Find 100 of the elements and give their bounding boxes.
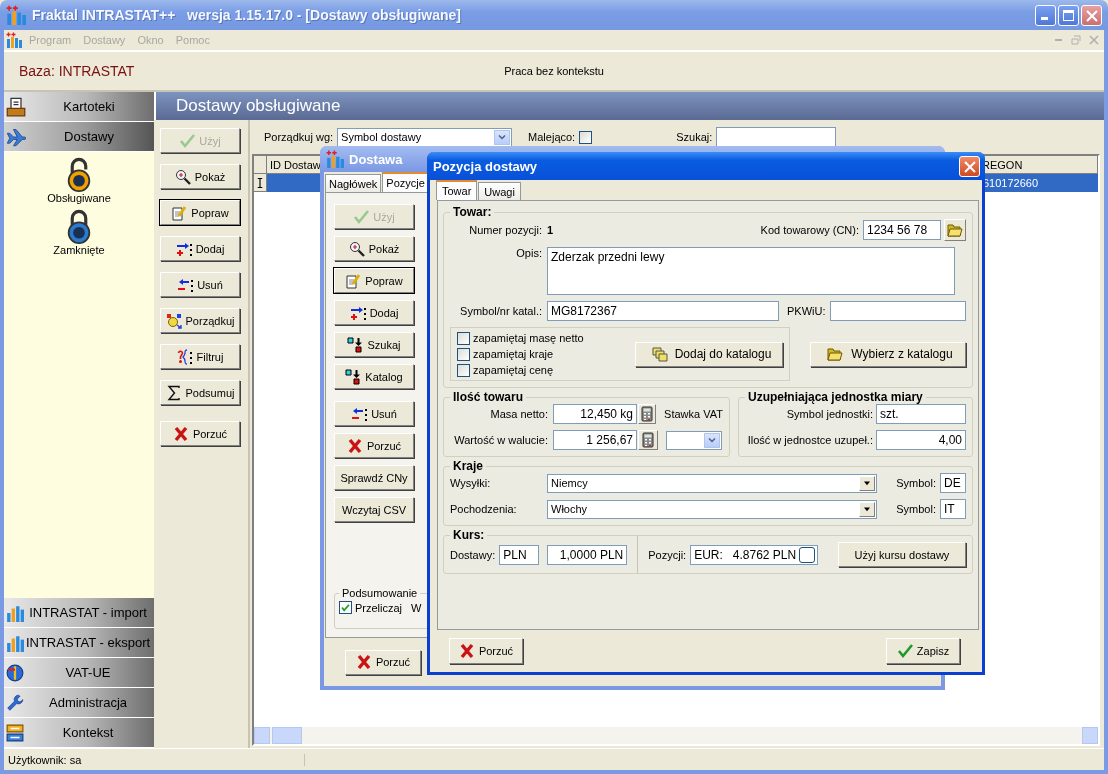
arrow-minus-icon (351, 405, 368, 422)
tab[interactable]: Pozycje (382, 172, 429, 192)
search-icon (174, 168, 191, 185)
tab[interactable]: Nagłówek (325, 174, 382, 192)
arrow-minus-icon (177, 276, 194, 293)
field-label: Wysyłki: (450, 477, 492, 489)
nav-item[interactable]: Zamknięte (53, 208, 105, 256)
calculator-button[interactable] (638, 404, 657, 424)
country-dropdown[interactable]: Niemcy (547, 473, 877, 493)
window-title: Pozycja dostawy (433, 158, 538, 174)
field-label: Ilość w jednostce uzupeł.: (746, 434, 873, 446)
cross-icon (346, 437, 363, 454)
use-rate-button[interactable]: Użyj kursu dostawy (838, 542, 966, 567)
search-label: Szukaj: (676, 131, 713, 143)
text-field[interactable]: 1,0000 PLN (547, 544, 628, 565)
action-button[interactable]: Dodaj (334, 300, 414, 325)
action-button[interactable]: Wczytaj CSV (334, 497, 414, 522)
category-button[interactable]: Kartoteki (4, 92, 154, 122)
action-button[interactable]: Porzuć (334, 433, 414, 458)
descending-label: Malejąco: (528, 131, 576, 143)
action-button[interactable]: Popraw (160, 200, 240, 225)
field-label: Symbol/nr katal.: (459, 305, 542, 317)
cancel-button[interactable]: Porzuć (345, 649, 421, 675)
cross-icon (355, 654, 372, 670)
category-button[interactable]: INTRASTAT - import (4, 598, 154, 628)
tab[interactable]: Towar (436, 180, 478, 200)
search-icon (348, 240, 365, 257)
action-button[interactable]: Usuń (334, 401, 414, 426)
group-title: Ilość towaru (452, 390, 524, 404)
close-button[interactable] (1081, 4, 1102, 26)
text-field[interactable] (829, 301, 966, 321)
calculator-button[interactable] (638, 430, 658, 450)
action-button[interactable]: Dodaj (160, 236, 240, 261)
category-button[interactable]: VAT-UE (4, 658, 154, 688)
minimize-button[interactable] (1035, 4, 1056, 26)
checkbox[interactable] (339, 601, 352, 614)
category-button[interactable]: Administracja (4, 688, 154, 718)
category-button[interactable]: Kontekst (4, 718, 154, 748)
action-button[interactable]: Sprawdź CNy (334, 465, 414, 490)
action-button[interactable]: Porządkuj (160, 308, 240, 333)
text-field[interactable]: 4,00 (876, 430, 966, 450)
action-button[interactable]: Pokaż (334, 236, 414, 261)
tab[interactable]: Uwagi (478, 182, 521, 200)
sort-dropdown[interactable]: Symbol dostawy (337, 127, 513, 147)
bar-chart-icon (6, 5, 26, 25)
position-number: 1 (547, 224, 554, 236)
action-button[interactable]: Szukaj (334, 332, 414, 357)
cancel-button[interactable]: Porzuć (449, 638, 523, 664)
text-field[interactable]: 12,450 kg (553, 404, 637, 424)
summary-text: W (411, 601, 422, 614)
text-field[interactable]: MG8172367 (547, 301, 779, 321)
category-button[interactable]: Dostawy (4, 122, 154, 152)
text-field[interactable]: EUR: 4.8762 PLN (690, 544, 819, 565)
checkmark-icon (179, 132, 196, 149)
field-label: Symbol: (896, 477, 936, 489)
sigma-icon (165, 384, 182, 401)
window-title: Fraktal INTRASTAT++ wersja 1.15.17.0 - [Dostawy obsługiwane] (32, 7, 461, 23)
checkbox[interactable] (457, 347, 470, 361)
action-button[interactable]: Pokaż (160, 164, 240, 189)
maximize-button[interactable] (1058, 4, 1079, 26)
field-label: PKWiU: (787, 305, 826, 317)
horizontal-scrollbar[interactable] (254, 727, 1098, 744)
field-label: Opis: (515, 247, 542, 259)
browse-button[interactable] (944, 219, 966, 241)
arrow-plus-icon (349, 304, 366, 321)
nav-item[interactable]: Obsługiwane (47, 156, 111, 204)
text-field[interactable]: 1234 56 78 (863, 220, 941, 240)
field-label: Masa netto: (489, 408, 548, 420)
add-to-catalog-button[interactable]: Dodaj do katalogu (635, 341, 783, 367)
save-button[interactable]: Zapisz (886, 638, 960, 664)
choose-from-catalog-button[interactable]: Wybierz z katalogu (810, 341, 966, 367)
text-field[interactable]: DE (940, 473, 966, 493)
action-button[interactable]: Popraw (334, 268, 414, 293)
country-dropdown[interactable]: Włochy (547, 499, 877, 519)
action-button[interactable]: Porzuć (160, 421, 240, 446)
restore-icon (1071, 35, 1081, 45)
checkbox[interactable] (799, 546, 816, 563)
group-title: Uzupełniająca jednostka miary (747, 390, 924, 404)
vat-dropdown[interactable] (666, 430, 722, 450)
text-field[interactable]: PLN (499, 544, 540, 565)
action-button[interactable]: Filtruj (160, 344, 240, 369)
folder-icon (827, 346, 843, 362)
checkbox[interactable] (457, 363, 470, 377)
action-button[interactable]: Katalog (334, 364, 414, 389)
close-button[interactable] (959, 155, 980, 177)
checkbox[interactable] (457, 331, 470, 345)
category-button[interactable]: INTRASTAT - eksport (4, 628, 154, 658)
checkbox[interactable] (579, 130, 593, 144)
squares-arrow-icon (347, 336, 364, 353)
text-field[interactable]: szt. (876, 404, 966, 424)
text-area[interactable]: Zderzak przedni lewy (547, 247, 955, 295)
search-field[interactable] (716, 127, 837, 147)
field-label: Stawka VAT (664, 408, 723, 420)
action-button[interactable]: Usuń (160, 272, 240, 297)
text-field[interactable]: IT (940, 499, 966, 519)
calculator-icon (640, 432, 656, 448)
globe-icon (6, 663, 24, 682)
text-field[interactable]: 1 256,67 (553, 430, 637, 450)
window-title: Dostawa (349, 151, 403, 167)
action-button[interactable]: Podsumuj (160, 380, 240, 405)
